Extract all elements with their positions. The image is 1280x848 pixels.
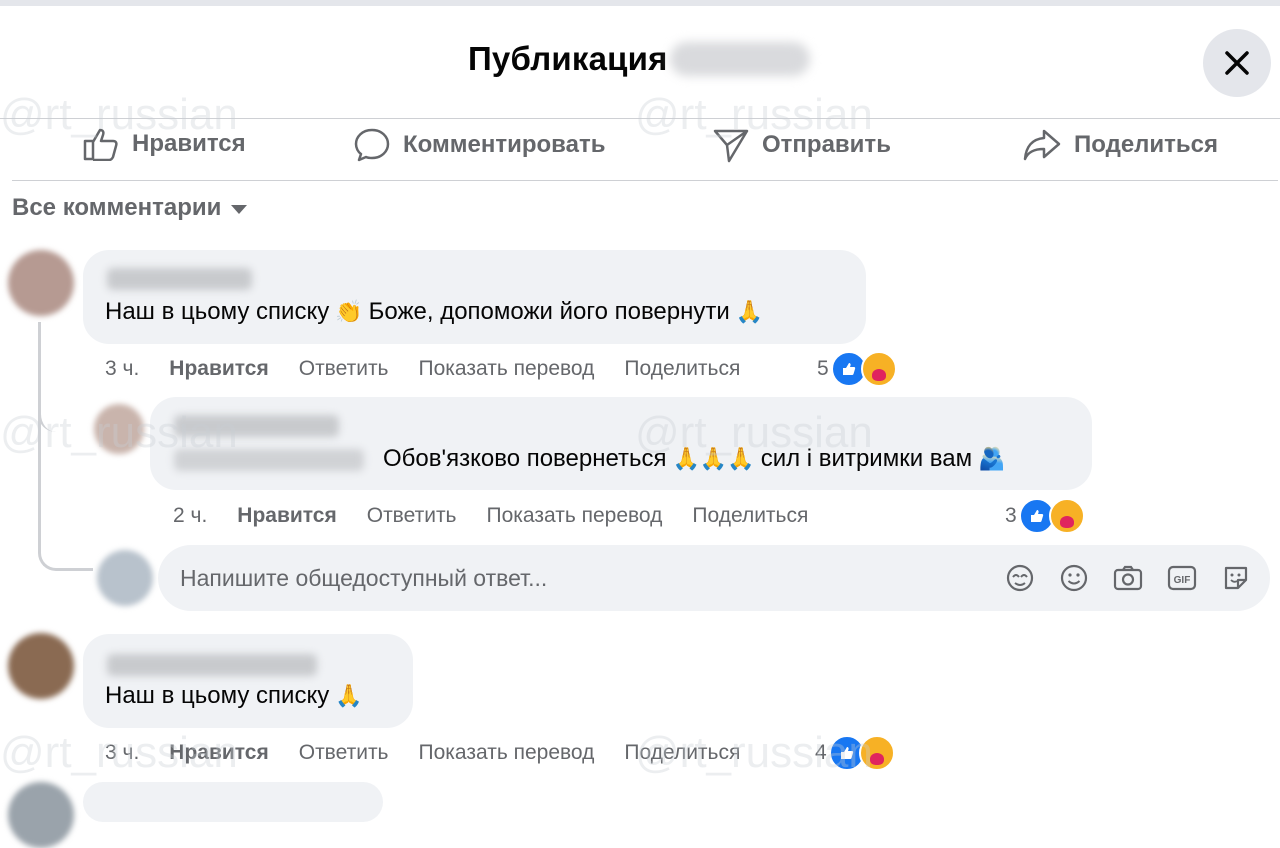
clapping-hands-icon: 👏 (335, 299, 363, 324)
comment-timestamp: 2 ч. (173, 504, 208, 527)
comment-timestamp: 3 ч. (105, 357, 140, 380)
reply-input-tools: GIF (1004, 562, 1252, 594)
action-divider (12, 180, 1278, 181)
avatar[interactable] (8, 633, 74, 699)
comment-meta: 3 ч. Нравится Ответить Показать перевод … (105, 357, 770, 381)
avatar[interactable] (8, 250, 74, 316)
avatar[interactable] (94, 404, 144, 454)
avatar[interactable] (8, 782, 74, 848)
reply-text: Обов'язково повернеться 🙏🙏🙏 сил і витрим… (383, 445, 1006, 472)
svg-text:GIF: GIF (1174, 575, 1191, 586)
comment-like-link[interactable]: Нравится (169, 357, 268, 381)
gif-icon[interactable]: GIF (1166, 562, 1198, 594)
comment-like-link[interactable]: Нравится (169, 741, 268, 765)
close-icon (1225, 51, 1249, 75)
thumbs-up-icon (83, 128, 118, 161)
reaction-count: 5 (817, 357, 829, 380)
comments-filter-label: Все комментарии (12, 194, 222, 221)
hug-icon: 🫂 (978, 446, 1006, 471)
share-arrow-icon (1023, 129, 1061, 161)
comment-meta: 3 ч. Нравится Ответить Показать перевод … (105, 741, 770, 765)
reply-input[interactable]: Напишите общедоступный ответ... GIF (158, 545, 1270, 611)
thread-branch (38, 410, 93, 432)
top-strip (0, 0, 1280, 6)
like-action-button[interactable]: Нравится (82, 127, 246, 161)
show-translation-link[interactable]: Показать перевод (419, 357, 595, 381)
comment-like-link[interactable]: Нравится (237, 504, 336, 528)
comment-reply-link[interactable]: Ответить (299, 741, 389, 765)
comments-filter-dropdown[interactable]: Все комментарии (12, 194, 248, 222)
comment-share-link[interactable]: Поделиться (624, 357, 740, 381)
comment-reply-link[interactable]: Ответить (367, 504, 457, 528)
like-action-label: Нравится (132, 130, 246, 157)
thread-line (38, 322, 41, 412)
reaction-summary[interactable]: 3 (1005, 498, 1085, 534)
praying-hands-icon: 🙏 (735, 299, 764, 324)
blurred-mention[interactable] (174, 449, 364, 471)
blurred-commenter-name[interactable] (107, 268, 252, 290)
comment-action-label: Комментировать (403, 131, 606, 158)
camera-icon[interactable] (1112, 562, 1144, 594)
reaction-summary[interactable]: 5 (817, 351, 897, 387)
blurred-author-name (669, 42, 810, 76)
comment-timestamp: 3 ч. (105, 741, 140, 764)
comment-text: Наш в цьому списку 👏 Боже, допоможи його… (105, 298, 764, 325)
care-reaction-icon (1048, 498, 1085, 534)
comment-action-button[interactable]: Комментировать (353, 127, 605, 163)
blurred-commenter-name[interactable] (174, 415, 339, 437)
comment-bubble: Наш в цьому списку 🙏 (83, 634, 413, 728)
share-action-button[interactable]: Поделиться (1022, 127, 1218, 163)
comment-text: Наш в цьому списку 🙏 (105, 682, 363, 709)
care-reaction-icon (860, 351, 897, 387)
reply-bubble: Обов'язково повернеться 🙏🙏🙏 сил і витрим… (150, 397, 1092, 490)
page-title: Публикация (468, 40, 810, 78)
current-user-avatar[interactable] (97, 550, 153, 606)
post-action-bar: Нравится Комментировать Отправить Подели… (0, 118, 1280, 175)
praying-hands-icon: 🙏🙏🙏 (672, 446, 755, 471)
close-button[interactable] (1203, 29, 1271, 97)
reply-meta: 2 ч. Нравится Ответить Показать перевод … (173, 504, 838, 528)
caret-down-icon (231, 205, 248, 214)
comment-share-link[interactable]: Поделиться (692, 504, 808, 528)
comment-bubble (83, 782, 383, 822)
send-action-label: Отправить (762, 131, 891, 158)
thread-curve (38, 410, 93, 571)
reply-input-placeholder: Напишите общедоступный ответ... (180, 565, 548, 591)
comment-share-link[interactable]: Поделиться (624, 741, 740, 765)
reaction-count: 3 (1005, 504, 1017, 527)
comment-reply-link[interactable]: Ответить (299, 357, 389, 381)
sticker-icon[interactable] (1220, 562, 1252, 594)
avatar-sticker-icon[interactable] (1004, 562, 1036, 594)
comment-bubble-icon (354, 128, 390, 162)
blurred-commenter-name[interactable] (107, 654, 317, 676)
emoji-icon[interactable] (1058, 562, 1090, 594)
comment-bubble: Наш в цьому списку 👏 Боже, допоможи його… (83, 250, 866, 344)
send-action-button[interactable]: Отправить (712, 127, 891, 163)
reaction-count: 4 (815, 741, 827, 764)
share-action-label: Поделиться (1074, 131, 1219, 158)
send-icon (713, 129, 749, 163)
show-translation-link[interactable]: Показать перевод (419, 741, 595, 765)
reaction-summary[interactable]: 4 (815, 735, 895, 771)
praying-hands-icon: 🙏 (335, 683, 363, 708)
show-translation-link[interactable]: Показать перевод (487, 504, 663, 528)
care-reaction-icon (858, 735, 895, 771)
